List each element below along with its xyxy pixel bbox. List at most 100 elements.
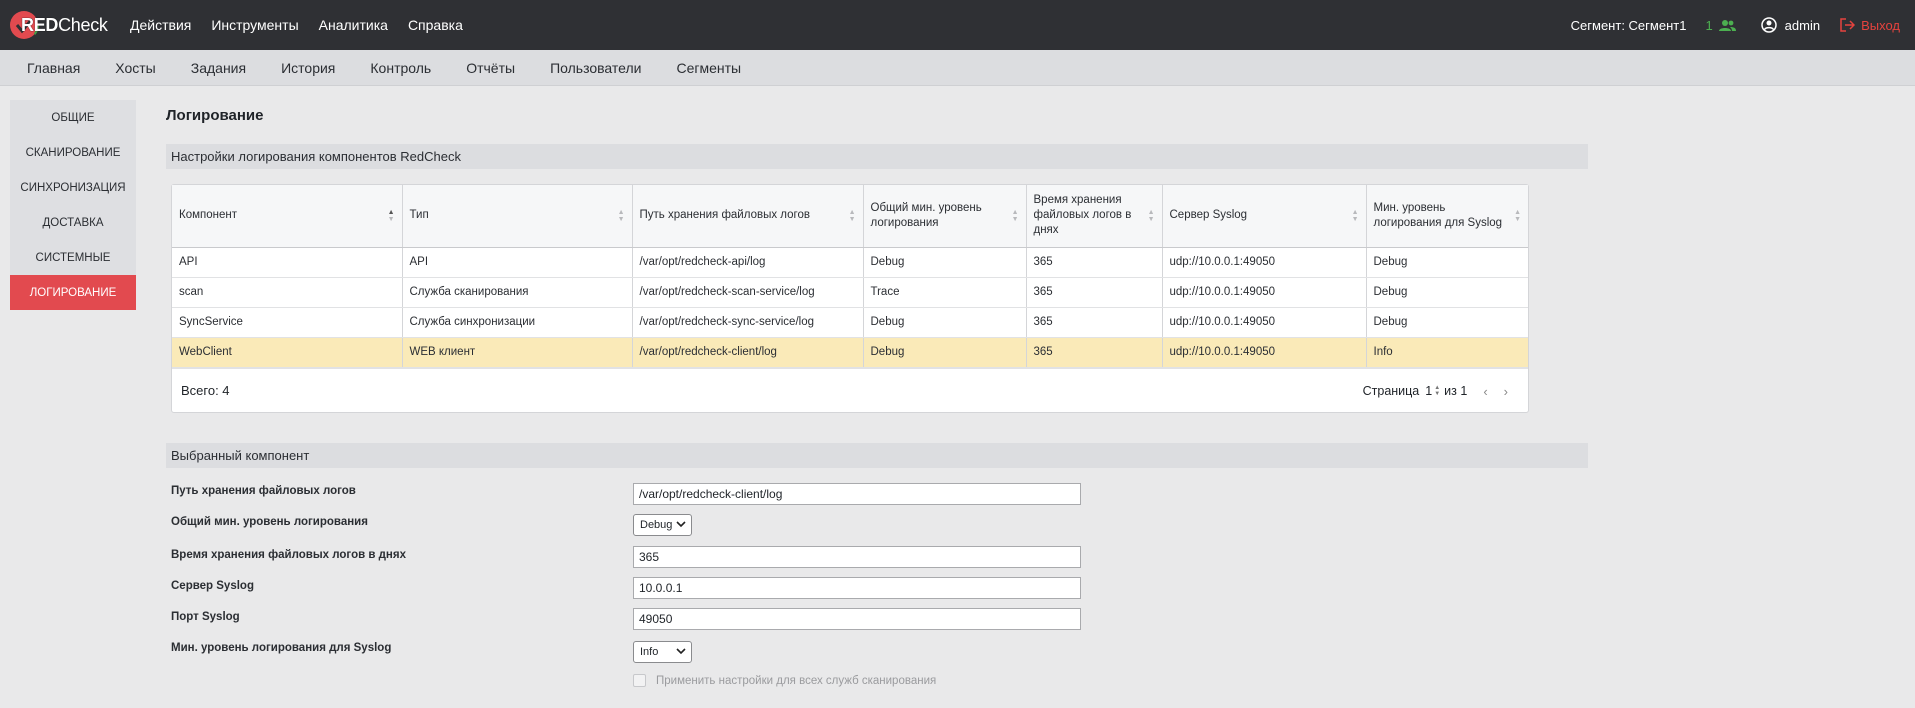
table-cell: 365 [1026, 337, 1163, 368]
table-cell: udp://10.0.0.1:49050 [1162, 277, 1367, 308]
column-header-component[interactable]: Компонент ▲ ▼ [172, 185, 403, 248]
chevron-down-icon [676, 521, 686, 528]
page-title: Логирование [166, 107, 264, 124]
table-row[interactable]: API API /var/opt/redcheck-api/log Debug … [172, 247, 1528, 278]
retention-label: Время хранения файловых логов в днях [171, 549, 406, 561]
components-table: Компонент ▲ ▼ Тип ▲ ▼ Путь хранения файловых… [171, 184, 1529, 413]
table-cell: 365 [1026, 277, 1163, 308]
user-name: admin [1784, 17, 1821, 33]
nav-reports[interactable]: Отчёты [466, 60, 515, 76]
next-page-icon[interactable]: › [1504, 384, 1508, 399]
top-bar: REDCheck Действия Инструменты Аналитика … [0, 0, 1915, 50]
logout-icon [1840, 18, 1856, 32]
table-cell: /var/opt/redcheck-scan-service/log [632, 277, 864, 308]
sidebar-item-sync[interactable]: Синхронизация [10, 170, 136, 205]
syslog-level-select[interactable]: Info [633, 641, 692, 663]
syslog-level-select-value: Info [640, 646, 659, 658]
spinner-icon: ▲ ▼ [1434, 385, 1441, 397]
apply-all-checkbox[interactable] [633, 674, 646, 687]
chevron-down-icon [676, 648, 686, 655]
level-label: Общий мин. уровень логирования [171, 516, 368, 528]
level-select[interactable]: Debug [633, 514, 692, 536]
syslog-server-label: Сервер Syslog [171, 580, 254, 592]
menu-tools[interactable]: Инструменты [211, 17, 298, 33]
prev-page-icon[interactable]: ‹ [1483, 384, 1487, 399]
column-header-level[interactable]: Общий мин. уровень логирования ▲ ▼ [863, 185, 1027, 248]
column-header-syslog-server[interactable]: Сервер Syslog ▲ ▼ [1162, 185, 1367, 248]
table-row[interactable]: scan Служба сканирования /var/opt/redche… [172, 277, 1528, 308]
column-header-retention[interactable]: Время хранения файловых логов в днях ▲ ▼ [1026, 185, 1163, 248]
level-select-value: Debug [640, 519, 673, 531]
table-cell: SyncService [172, 307, 403, 338]
nav-users[interactable]: Пользователи [550, 60, 641, 76]
table-footer: Всего: 4 Страница 1 ▲ ▼ из 1 ‹ › [172, 368, 1528, 412]
sort-icon: ▲ ▼ [387, 208, 395, 223]
path-label: Путь хранения файловых логов [171, 485, 356, 497]
page-label: Страница [1362, 384, 1420, 398]
table-cell: Debug [863, 337, 1027, 368]
table-cell: Служба синхронизации [402, 307, 633, 338]
path-field[interactable] [633, 483, 1081, 505]
table-cell: API [172, 247, 403, 278]
sort-icon: ▲ ▼ [848, 208, 856, 223]
page-total: из 1 [1444, 384, 1468, 398]
total-count: Всего: 4 [181, 383, 230, 398]
menu-analytics[interactable]: Аналитика [319, 17, 388, 33]
redcheck-logo[interactable]: REDCheck [9, 9, 108, 41]
nav-tasks[interactable]: Задания [191, 60, 246, 76]
syslog-server-field[interactable] [633, 577, 1081, 599]
table-cell: /var/opt/redcheck-client/log [632, 337, 864, 368]
nav-history[interactable]: История [281, 60, 335, 76]
page-number-input[interactable]: 1 ▲ ▼ [1425, 384, 1440, 398]
users-count: 1 [1705, 17, 1713, 33]
table-cell: udp://10.0.0.1:49050 [1162, 247, 1367, 278]
menu-help[interactable]: Справка [408, 17, 463, 33]
apply-all-label: Применить настройки для всех служб скани… [656, 674, 937, 687]
nav-hosts[interactable]: Хосты [115, 60, 155, 76]
syslog-port-field[interactable] [633, 608, 1081, 630]
table-cell: WEB клиент [402, 337, 633, 368]
sort-icon: ▲ ▼ [1514, 208, 1521, 223]
nav-control[interactable]: Контроль [370, 60, 431, 76]
logo-text: REDCheck [21, 15, 108, 35]
user-circle-icon [1760, 17, 1777, 33]
pagination: Страница 1 ▲ ▼ из 1 ‹ › [1363, 369, 1508, 413]
nav-home[interactable]: Главная [27, 60, 80, 76]
users-icon [1718, 19, 1736, 31]
nav-segments[interactable]: Сегменты [676, 60, 741, 76]
table-cell: scan [172, 277, 403, 308]
table-row-selected[interactable]: WebClient WEB клиент /var/opt/redcheck-c… [172, 337, 1528, 368]
segment-selector[interactable]: Сегмент: Сегмент1 [1571, 18, 1687, 33]
user-menu[interactable]: admin [1760, 17, 1821, 33]
retention-field[interactable] [633, 546, 1081, 568]
section-header-selected-component: Выбранный компонент [166, 443, 1588, 468]
sidebar-item-scanning[interactable]: Сканирование [10, 135, 136, 170]
sidebar-item-logging[interactable]: Логирование [10, 275, 136, 310]
table-cell: 365 [1026, 247, 1163, 278]
table-cell: /var/opt/redcheck-api/log [632, 247, 864, 278]
logout-label: Выход [1861, 17, 1900, 33]
table-cell: Debug [863, 247, 1027, 278]
table-cell: Trace [863, 277, 1027, 308]
main-nav: Главная Хосты Задания История Контроль О… [0, 50, 1915, 86]
online-users[interactable]: 1 [1705, 17, 1736, 33]
table-cell: Debug [1366, 277, 1528, 308]
column-header-type[interactable]: Тип ▲ ▼ [402, 185, 633, 248]
table-cell: Debug [863, 307, 1027, 338]
table-cell: Debug [1366, 307, 1528, 338]
table-cell: udp://10.0.0.1:49050 [1162, 337, 1367, 368]
column-header-path[interactable]: Путь хранения файловых логов ▲ ▼ [632, 185, 864, 248]
sort-icon: ▲ ▼ [617, 208, 625, 223]
column-header-syslog-level[interactable]: Мин. уровень логирования для Syslog ▲ ▼ [1366, 185, 1528, 248]
sidebar-item-general[interactable]: Общие [10, 100, 136, 135]
syslog-level-label: Мин. уровень логирования для Syslog [171, 642, 392, 654]
sidebar-item-delivery[interactable]: Доставка [10, 205, 136, 240]
settings-sidebar: Общие Сканирование Синхронизация Доставк… [10, 100, 136, 310]
sort-icon: ▲ ▼ [1147, 208, 1155, 223]
sidebar-item-system[interactable]: Системные [10, 240, 136, 275]
table-cell: Info [1366, 337, 1528, 368]
table-row[interactable]: SyncService Служба синхронизации /var/op… [172, 307, 1528, 338]
logout-button[interactable]: Выход [1840, 18, 1900, 33]
menu-actions[interactable]: Действия [130, 17, 191, 33]
table-cell: udp://10.0.0.1:49050 [1162, 307, 1367, 338]
